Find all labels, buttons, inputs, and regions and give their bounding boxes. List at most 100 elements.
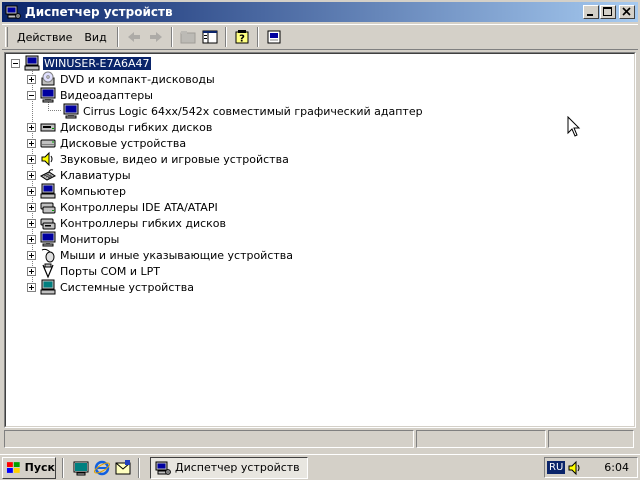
- maximize-icon: [603, 7, 612, 16]
- node-label[interactable]: Мыши и иные указывающие устройства: [59, 249, 294, 262]
- title-bar[interactable]: Диспетчер устройств: [2, 2, 638, 22]
- properties-icon: [267, 30, 281, 44]
- help-icon: ?: [235, 30, 249, 45]
- node-label[interactable]: Cirrus Logic 64xx/542x совместимый графи…: [82, 105, 424, 118]
- disk-drive-icon: [40, 135, 56, 151]
- tree-node-computer[interactable]: Компьютер: [27, 183, 127, 199]
- node-label[interactable]: Видеоадаптеры: [59, 89, 154, 102]
- minimize-button[interactable]: [583, 5, 599, 19]
- tree-node-floppy-controllers[interactable]: Контроллеры гибких дисков: [27, 215, 227, 231]
- language-indicator[interactable]: RU: [547, 461, 566, 474]
- status-cell-secondary: [416, 430, 546, 448]
- tree-node-monitors[interactable]: Мониторы: [27, 231, 120, 247]
- expand-toggle[interactable]: [27, 282, 36, 292]
- node-label[interactable]: DVD и компакт-дисководы: [59, 73, 216, 86]
- volume-icon[interactable]: [568, 460, 582, 476]
- expand-toggle[interactable]: [27, 202, 36, 212]
- status-cell-tertiary: [548, 430, 634, 448]
- tree-node-sound[interactable]: Звуковые, видео и игровые устройства: [27, 151, 290, 167]
- toolbar-separator: [116, 27, 119, 47]
- tree-node-ports[interactable]: Порты COM и LPT: [27, 263, 161, 279]
- menu-action[interactable]: Действие: [11, 28, 78, 47]
- clock[interactable]: 6:04: [604, 461, 629, 474]
- tree-node-dvd[interactable]: DVD и компакт-дисководы: [27, 71, 216, 87]
- show-hide-tree-button[interactable]: [199, 26, 221, 48]
- expand-toggle[interactable]: [27, 170, 36, 180]
- floppy-drive-icon: [40, 119, 56, 135]
- toolbar-separator: [224, 27, 227, 47]
- expand-toggle[interactable]: [27, 266, 36, 276]
- collapse-toggle[interactable]: [11, 58, 20, 68]
- expand-toggle[interactable]: [27, 250, 36, 260]
- expand-toggle[interactable]: [27, 218, 36, 228]
- computer-icon: [40, 183, 56, 199]
- show-hide-tree-icon: [202, 30, 218, 44]
- expand-toggle[interactable]: [27, 234, 36, 244]
- device-manager-window: Диспетчер устройств Действие Вид ? WINUS…: [0, 0, 640, 454]
- expand-toggle[interactable]: [27, 74, 36, 84]
- up-button[interactable]: [177, 26, 199, 48]
- toolbar-separator: [170, 27, 173, 47]
- tree-line: [48, 110, 61, 111]
- node-label[interactable]: Контроллеры гибких дисков: [59, 217, 227, 230]
- device-tree[interactable]: WINUSER-E7A6A47 DVD и компакт-дисководы …: [4, 52, 636, 428]
- cdrom-icon: [40, 71, 56, 87]
- device-manager-app-icon: [155, 461, 171, 475]
- taskbar-separator: [138, 457, 140, 478]
- quick-launch: [72, 459, 132, 477]
- forward-button[interactable]: [145, 26, 167, 48]
- device-manager-app-icon[interactable]: [5, 4, 21, 20]
- tree-node-floppy-drives[interactable]: Дисководы гибких дисков: [27, 119, 213, 135]
- root-label[interactable]: WINUSER-E7A6A47: [42, 55, 152, 71]
- window-title: Диспетчер устройств: [25, 5, 173, 19]
- status-bar: [4, 430, 636, 450]
- expand-toggle[interactable]: [27, 138, 36, 148]
- taskbar-separator: [62, 457, 64, 478]
- computer-icon: [24, 55, 40, 71]
- back-button[interactable]: [123, 26, 145, 48]
- forward-icon: [149, 32, 162, 42]
- display-adapter-icon: [40, 87, 56, 103]
- expand-toggle[interactable]: [27, 186, 36, 196]
- tree-node-cirrus-adapter[interactable]: Cirrus Logic 64xx/542x совместимый графи…: [63, 103, 424, 119]
- show-desktop-icon[interactable]: [72, 459, 90, 477]
- node-label[interactable]: Контроллеры IDE ATA/ATAPI: [59, 201, 219, 214]
- node-label[interactable]: Компьютер: [59, 185, 127, 198]
- maximize-button[interactable]: [600, 5, 616, 19]
- folder-up-icon: [180, 31, 196, 44]
- tree-node-system-devices[interactable]: Системные устройства: [27, 279, 195, 295]
- outlook-express-icon[interactable]: [114, 459, 132, 477]
- expand-toggle[interactable]: [27, 154, 36, 164]
- help-button[interactable]: ?: [231, 26, 253, 48]
- monitor-icon: [40, 231, 56, 247]
- close-button[interactable]: [619, 5, 635, 19]
- display-adapter-icon: [63, 103, 79, 119]
- node-label[interactable]: Дисководы гибких дисков: [59, 121, 213, 134]
- tree-node-disk-drives[interactable]: Дисковые устройства: [27, 135, 187, 151]
- close-icon: [622, 7, 631, 16]
- menu-view[interactable]: Вид: [78, 28, 112, 47]
- expand-toggle[interactable]: [27, 122, 36, 132]
- collapse-toggle[interactable]: [27, 90, 36, 100]
- mouse-icon: [40, 247, 56, 263]
- node-label[interactable]: Системные устройства: [59, 281, 195, 294]
- node-label[interactable]: Дисковые устройства: [59, 137, 187, 150]
- start-label: Пуск: [24, 461, 55, 474]
- properties-button[interactable]: [263, 26, 285, 48]
- taskbar-button-label: Диспетчер устройств: [175, 461, 300, 474]
- node-label[interactable]: Звуковые, видео и игровые устройства: [59, 153, 290, 166]
- tree-node-ide-controllers[interactable]: Контроллеры IDE ATA/ATAPI: [27, 199, 219, 215]
- tree-node-keyboards[interactable]: Клавиатуры: [27, 167, 132, 183]
- taskbar-button-device-manager[interactable]: Диспетчер устройств: [150, 456, 308, 479]
- internet-explorer-icon[interactable]: [93, 459, 111, 477]
- tree-root[interactable]: WINUSER-E7A6A47: [11, 55, 152, 71]
- tree-node-display-adapters[interactable]: Видеоадаптеры: [27, 87, 154, 103]
- toolbar-grip[interactable]: [5, 27, 8, 47]
- mouse-cursor-icon: [567, 115, 581, 138]
- start-button[interactable]: Пуск: [2, 456, 56, 479]
- node-label[interactable]: Порты COM и LPT: [59, 265, 161, 278]
- node-label[interactable]: Мониторы: [59, 233, 120, 246]
- tree-node-mice[interactable]: Мыши и иные указывающие устройства: [27, 247, 294, 263]
- node-label[interactable]: Клавиатуры: [59, 169, 132, 182]
- toolbar: Действие Вид ?: [2, 24, 638, 50]
